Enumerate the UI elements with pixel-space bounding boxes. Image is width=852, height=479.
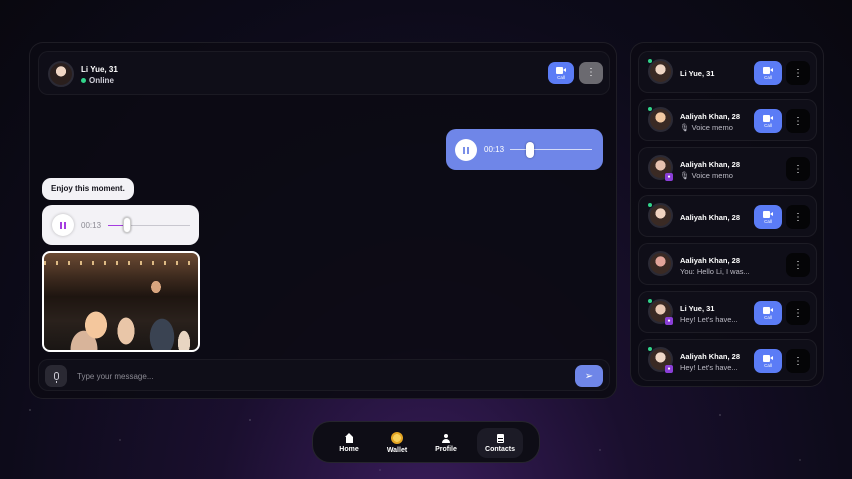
video-call-button[interactable]: Call [754, 205, 782, 229]
nav-wallet[interactable]: Wallet [375, 428, 419, 458]
contact-name: Li Yue, 31 [680, 69, 715, 78]
pause-button[interactable] [455, 139, 477, 161]
more-options-button[interactable]: ⋮ [786, 109, 810, 133]
message-input[interactable] [77, 368, 497, 384]
contacts-book-icon [496, 433, 504, 443]
voice-duration: 00:13 [484, 145, 505, 154]
online-dot-icon [81, 78, 86, 83]
contact-name: Aaliyah Khan, 28 [680, 160, 741, 169]
contact-row[interactable]: Aaliyah Khan, 28 You: Hello Li, I was... ⋮ [638, 243, 817, 285]
contact-preview: Hey! Let's have... [680, 315, 738, 324]
coin-icon [391, 432, 403, 444]
online-status: Online [81, 76, 114, 85]
more-options-button[interactable]: ⋮ [786, 61, 810, 85]
more-options-button[interactable]: ⋮ [579, 62, 603, 84]
online-dot-icon [647, 346, 653, 352]
contact-preview: You: Hello Li, I was... [680, 267, 750, 276]
nav-contacts-label: Contacts [485, 445, 515, 453]
contact-row[interactable]: Aaliyah Khan, 28 Call ⋮ [638, 195, 817, 237]
contact-row[interactable]: ● Aaliyah Khan, 28 Hey! Let's have... Call ⋮ [638, 339, 817, 381]
online-dot-icon [647, 298, 653, 304]
contact-name: Aaliyah Khan, 28 [680, 213, 741, 222]
online-dot-icon [647, 106, 653, 112]
microphone-button[interactable] [45, 365, 67, 387]
contact-name: Li Yue, 31 [680, 304, 715, 313]
more-options-button[interactable]: ⋮ [786, 253, 810, 277]
video-call-button[interactable]: Call [754, 301, 782, 325]
contact-preview: 🎙 Voice memo [680, 171, 733, 180]
video-camera-icon [763, 354, 773, 362]
chat-panel: Li Yue, 31 Online Call ⋮ 00:13 Enjoy thi… [29, 42, 617, 399]
avatar[interactable] [48, 61, 74, 87]
contact-preview: 🎙 Voice memo [680, 123, 733, 132]
online-dot-icon [647, 58, 653, 64]
contact-row[interactable]: ● Li Yue, 31 Hey! Let's have... Call ⋮ [638, 291, 817, 333]
call-label: Call [557, 74, 565, 80]
video-call-button[interactable]: Call [754, 109, 782, 133]
call-label: Call [764, 218, 772, 224]
more-options-button[interactable]: ⋮ [786, 349, 810, 373]
incoming-voice-message: 00:13 [42, 205, 199, 245]
online-status-label: Online [89, 76, 114, 85]
voice-scrubber-handle[interactable] [526, 142, 534, 158]
nav-wallet-label: Wallet [386, 447, 408, 454]
video-call-button[interactable]: Call [754, 61, 782, 85]
incoming-text-message: Enjoy this moment. [42, 178, 134, 200]
home-icon [344, 432, 353, 443]
lock-badge-icon: ● [665, 317, 673, 325]
chat-contact-name: Li Yue, 31 [81, 65, 118, 74]
voice-scrubber-handle[interactable] [123, 217, 131, 233]
user-icon [442, 433, 450, 443]
nav-profile-label: Profile [435, 445, 457, 453]
video-camera-icon [763, 114, 773, 122]
contact-name: Aaliyah Khan, 28 [680, 352, 741, 361]
lock-badge-icon: ● [665, 365, 673, 373]
video-call-button[interactable]: Call [548, 62, 574, 84]
contact-avatar [648, 251, 673, 276]
more-options-button[interactable]: ⋮ [786, 301, 810, 325]
pause-button[interactable] [52, 214, 74, 236]
video-camera-icon [556, 66, 566, 74]
video-camera-icon [763, 306, 773, 314]
contact-name: Aaliyah Khan, 28 [680, 256, 741, 265]
call-label: Call [764, 122, 772, 128]
contact-row[interactable]: Aaliyah Khan, 28 🎙 Voice memo Call ⋮ [638, 99, 817, 141]
more-options-button[interactable]: ⋮ [786, 205, 810, 229]
lock-badge-icon: ● [665, 173, 673, 181]
shared-photo[interactable] [42, 251, 200, 352]
contact-name: Aaliyah Khan, 28 [680, 112, 741, 121]
microphone-icon [53, 372, 59, 383]
online-dot-icon [647, 202, 653, 208]
call-label: Call [764, 314, 772, 320]
string-lights [44, 261, 198, 265]
voice-progress-track[interactable] [510, 149, 592, 150]
outgoing-voice-message: 00:13 [446, 129, 603, 170]
voice-duration: 00:13 [81, 221, 102, 230]
video-camera-icon [763, 210, 773, 218]
nav-profile[interactable]: Profile [424, 428, 468, 458]
more-options-button[interactable]: ⋮ [786, 157, 810, 181]
video-call-button[interactable]: Call [754, 349, 782, 373]
chat-header: Li Yue, 31 Online Call ⋮ [38, 51, 610, 95]
nav-home-label: Home [339, 445, 359, 453]
nav-home[interactable]: Home [327, 428, 371, 458]
contact-row[interactable]: ● Aaliyah Khan, 28 🎙 Voice memo ⋮ [638, 147, 817, 189]
message-composer: ➢ [38, 359, 610, 391]
contacts-panel: Li Yue, 31 Call ⋮ Aaliyah Khan, 28 🎙 Voice m… [630, 42, 824, 387]
video-camera-icon [763, 66, 773, 74]
contact-row[interactable]: Li Yue, 31 Call ⋮ [638, 51, 817, 93]
nav-contacts[interactable]: Contacts [477, 428, 523, 458]
call-label: Call [764, 74, 772, 80]
send-button[interactable]: ➢ [575, 365, 603, 387]
bottom-nav: Home Wallet Profile Contacts [312, 421, 540, 463]
contact-preview: Hey! Let's have... [680, 363, 738, 372]
call-label: Call [764, 362, 772, 368]
